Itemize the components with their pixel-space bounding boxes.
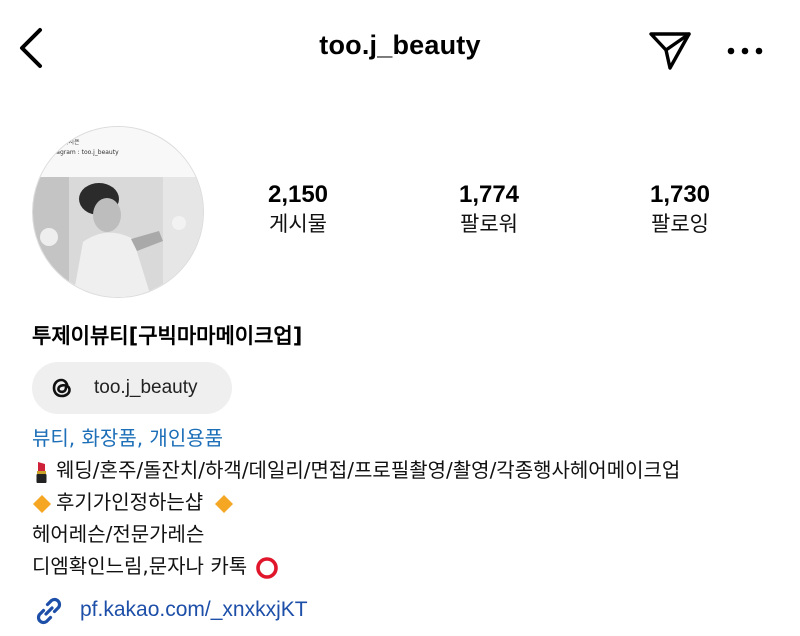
more-horizontal-icon bbox=[727, 47, 763, 55]
bio-line-3-text: 헤어레슨/전문가레슨 bbox=[32, 522, 205, 546]
posts-count: 2,150 bbox=[267, 181, 329, 208]
link-icon bbox=[36, 597, 62, 625]
threads-badge-button[interactable]: too.j_beauty bbox=[32, 362, 232, 414]
bio-line-4-text: 디엠확인느림,문자나 카톡 bbox=[32, 554, 248, 578]
followers-label: 팔로워 bbox=[460, 212, 518, 236]
link-url: pf.kakao.com/_xnxkxjKT bbox=[80, 598, 308, 621]
bio-line-2: 후기가인정하는샵 bbox=[32, 488, 238, 516]
stat-following[interactable]: 1,730 팔로잉 bbox=[610, 180, 750, 238]
bio-line-1: 웨딩/혼주/돌잔치/하객/데일리/면접/프로필촬영/촬영/각종행사헤어메이크업 bbox=[32, 456, 680, 484]
bio-line-4: 디엠확인느림,문자나 카톡 bbox=[32, 552, 283, 580]
stat-followers[interactable]: 1,774 팔로워 bbox=[419, 180, 559, 238]
paper-plane-icon bbox=[649, 32, 691, 70]
following-count: 1,730 bbox=[649, 181, 711, 208]
stat-posts[interactable]: 2,150 게시물 bbox=[228, 180, 368, 238]
bio-line-1-text: 웨딩/혼주/돌잔치/하객/데일리/면접/프로필촬영/촬영/각종행사헤어메이크업 bbox=[56, 458, 681, 482]
threads-username: too.j_beauty bbox=[94, 377, 198, 398]
orange-diamond-emoji bbox=[33, 494, 51, 513]
avatar-photo: : 최지은 nstagram : too.j_beauty bbox=[33, 127, 203, 297]
posts-label: 게시물 bbox=[269, 212, 327, 236]
followers-count: 1,774 bbox=[458, 181, 520, 208]
threads-icon bbox=[52, 378, 71, 398]
following-label: 팔로잉 bbox=[651, 212, 709, 236]
send-message-button[interactable] bbox=[646, 26, 694, 74]
orange-diamond-emoji bbox=[214, 494, 233, 513]
red-circle-emoji bbox=[256, 556, 279, 579]
more-options-button[interactable] bbox=[724, 36, 766, 66]
bio-line-3: 헤어레슨/전문가레슨 bbox=[32, 520, 204, 548]
profile-avatar[interactable]: : 최지은 nstagram : too.j_beauty bbox=[32, 126, 204, 298]
profile-display-name: 투제이뷰티[구빅마마메이크업] bbox=[32, 324, 303, 348]
top-navigation-bar: too.j_beauty bbox=[0, 0, 800, 100]
avatar-caption-line-2: nstagram : too.j_beauty bbox=[47, 149, 119, 156]
lipstick-emoji bbox=[36, 461, 47, 483]
bio-line-2-text: 후기가인정하는샵 bbox=[56, 490, 204, 514]
avatar-caption-line-1: : 최지은 bbox=[59, 138, 80, 146]
profile-category-link[interactable]: 뷰티, 화장품, 개인용품 bbox=[32, 424, 223, 452]
